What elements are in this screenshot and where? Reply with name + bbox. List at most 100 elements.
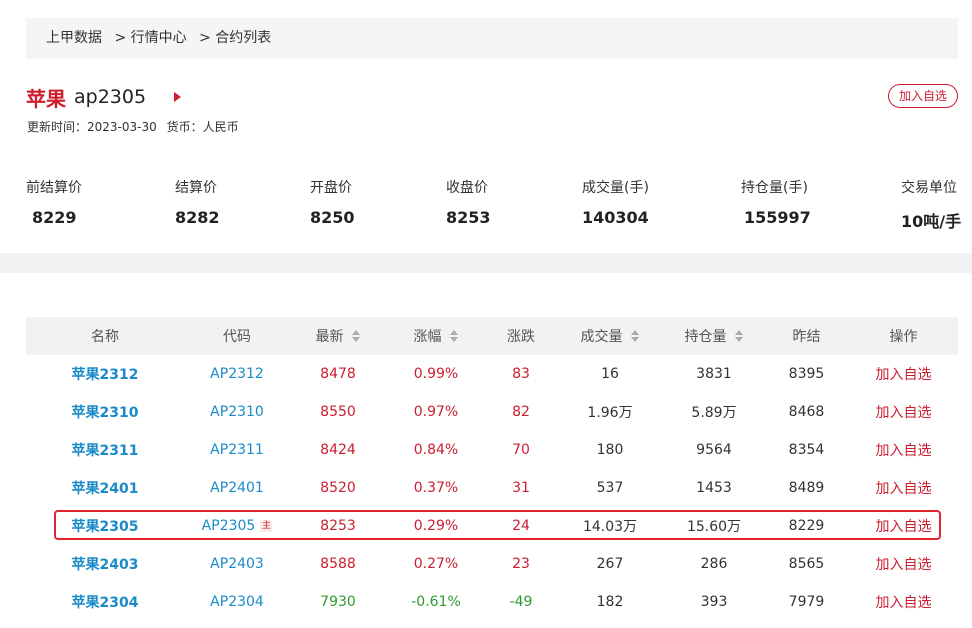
breadcrumb-market-center[interactable]: 行情中心 <box>131 30 187 46</box>
table-row[interactable]: 苹果2401 AP2401 8520 0.37% 31 537 1453 8489 加入自选 <box>26 469 958 507</box>
add-to-watchlist-link[interactable]: 加入自选 <box>849 364 958 384</box>
breadcrumb-home[interactable]: 上甲数据 <box>46 30 102 46</box>
stat-settle: 结算价 8282 <box>175 177 220 227</box>
col-open-interest[interactable]: 持仓量 <box>664 326 764 346</box>
volume: 182 <box>596 594 624 610</box>
add-to-watchlist-link[interactable]: 加入自选 <box>849 402 958 422</box>
table-row[interactable]: 苹果2311 AP2311 8424 0.84% 70 180 9564 8354 加入自选 <box>26 431 958 469</box>
contract-code-link[interactable]: AP2401 <box>184 480 290 496</box>
change-value: 70 <box>512 442 530 458</box>
table-row[interactable]: 苹果2403 AP2403 8588 0.27% 23 267 286 8565 加入自选 <box>26 545 958 583</box>
contract-code: ap2305 <box>74 86 147 108</box>
stat-label: 收盘价 <box>446 180 488 196</box>
add-to-watchlist-link[interactable]: 加入自选 <box>849 554 958 574</box>
main-contract-badge: 主 <box>260 520 273 532</box>
last-price: 7930 <box>320 594 356 610</box>
add-to-watchlist-link[interactable]: 加入自选 <box>849 592 958 612</box>
prev-settle: 8565 <box>788 556 825 572</box>
change-value: 24 <box>512 518 530 534</box>
add-to-watchlist-link[interactable]: 加入自选 <box>849 516 958 536</box>
volume: 16 <box>601 366 619 382</box>
table-row[interactable]: 苹果2304 AP2304 7930 -0.61% -49 182 393 7979 加入自选 <box>26 583 958 621</box>
col-prev-settle: 昨结 <box>792 329 821 345</box>
col-name: 名称 <box>91 329 119 345</box>
contract-name: 苹果 <box>26 86 66 111</box>
stat-label: 前结算价 <box>26 180 82 196</box>
sort-icon[interactable] <box>734 330 744 342</box>
change-value: -49 <box>509 594 533 610</box>
contract-table: 名称 代码 最新 涨幅 涨跌 成交量 持仓量 昨结 操作 苹果2312 AP231… <box>26 317 958 621</box>
col-pct[interactable]: 涨幅 <box>386 326 486 346</box>
add-to-watchlist-button[interactable]: 加入自选 <box>888 84 958 108</box>
col-code: 代码 <box>223 329 251 345</box>
table-row[interactable]: 苹果2305 AP2305 主 8253 0.29% 24 14.03万 15.60万 8229… <box>26 507 958 545</box>
last-price: 8478 <box>320 366 356 382</box>
stat-value: 8229 <box>32 208 77 227</box>
stat-volume: 成交量(手) 140304 <box>582 177 649 227</box>
col-last[interactable]: 最新 <box>290 326 386 346</box>
stat-trading-unit: 交易单位 10吨/手 <box>901 177 961 232</box>
prev-settle: 8468 <box>788 404 825 420</box>
add-to-watchlist-link[interactable]: 加入自选 <box>849 440 958 460</box>
open-interest: 9564 <box>696 442 732 458</box>
stat-close: 收盘价 8253 <box>446 177 491 227</box>
contract-code-link[interactable]: AP2311 <box>184 442 290 458</box>
contract-name-link[interactable]: 苹果2311 <box>26 440 184 460</box>
table-row[interactable]: 苹果2310 AP2310 8550 0.97% 82 1.96万 5.89万 8468 加入自… <box>26 393 958 431</box>
open-interest: 286 <box>700 556 728 572</box>
currency: 货币：人民币 <box>166 120 239 134</box>
contract-code-link[interactable]: AP2304 <box>184 594 290 610</box>
open-interest: 3831 <box>696 366 732 382</box>
sort-icon[interactable] <box>351 330 361 342</box>
stat-value: 8250 <box>310 208 355 227</box>
stat-value: 8253 <box>446 208 491 227</box>
last-price: 8424 <box>320 442 356 458</box>
prev-settle: 8354 <box>788 442 825 458</box>
contract-name-link[interactable]: 苹果2304 <box>26 592 184 612</box>
stat-label: 交易单位 <box>901 180 957 196</box>
update-time: 更新时间：2023-03-30 <box>27 120 157 134</box>
contract-code-link[interactable]: AP2403 <box>184 556 290 572</box>
volume: 267 <box>596 556 624 572</box>
open-interest: 1453 <box>696 480 732 496</box>
stat-value: 140304 <box>582 208 649 227</box>
prev-settle: 8395 <box>788 366 825 382</box>
table-body: 苹果2312 AP2312 8478 0.99% 83 16 3831 8395 加入自选 苹果2… <box>26 355 958 621</box>
contract-name-link[interactable]: 苹果2312 <box>26 364 184 384</box>
contract-name-link[interactable]: 苹果2305 <box>26 516 184 536</box>
stat-value: 155997 <box>744 208 811 227</box>
section-divider <box>0 253 972 273</box>
col-volume[interactable]: 成交量 <box>556 326 664 346</box>
prev-settle: 8489 <box>788 480 825 496</box>
contract-code-link[interactable]: AP2310 <box>184 404 290 420</box>
change-percent: 0.27% <box>413 556 459 572</box>
contract-meta: 更新时间：2023-03-30 货币：人民币 <box>27 118 239 135</box>
change-value: 31 <box>512 480 530 496</box>
change-percent: 0.84% <box>413 442 459 458</box>
col-change: 涨跌 <box>507 329 535 345</box>
stat-label: 结算价 <box>175 180 217 196</box>
stat-open: 开盘价 8250 <box>310 177 355 227</box>
contract-name-link[interactable]: 苹果2310 <box>26 402 184 422</box>
page-title: 苹果 ap2305 <box>26 84 182 111</box>
stat-label: 开盘价 <box>310 180 352 196</box>
stat-value: 8282 <box>175 208 220 227</box>
change-value: 83 <box>512 366 530 382</box>
contract-name-link[interactable]: 苹果2403 <box>26 554 184 574</box>
volume: 180 <box>596 442 624 458</box>
add-to-watchlist-link[interactable]: 加入自选 <box>849 478 958 498</box>
sort-icon[interactable] <box>630 330 640 342</box>
contract-code-link[interactable]: AP2312 <box>184 366 290 382</box>
prev-settle: 8229 <box>788 518 825 534</box>
sort-icon[interactable] <box>449 330 459 342</box>
last-price: 8520 <box>320 480 356 496</box>
change-percent: 0.37% <box>413 480 459 496</box>
change-percent: -0.61% <box>411 594 461 610</box>
table-header: 名称 代码 最新 涨幅 涨跌 成交量 持仓量 昨结 操作 <box>26 317 958 355</box>
table-row[interactable]: 苹果2312 AP2312 8478 0.99% 83 16 3831 8395 加入自选 <box>26 355 958 393</box>
contract-code-link[interactable]: AP2305 主 <box>184 518 290 534</box>
contract-name-link[interactable]: 苹果2401 <box>26 478 184 498</box>
last-price: 8588 <box>320 556 356 572</box>
breadcrumb-contract-list[interactable]: 合约列表 <box>215 30 271 46</box>
caret-right-icon[interactable] <box>174 92 182 102</box>
